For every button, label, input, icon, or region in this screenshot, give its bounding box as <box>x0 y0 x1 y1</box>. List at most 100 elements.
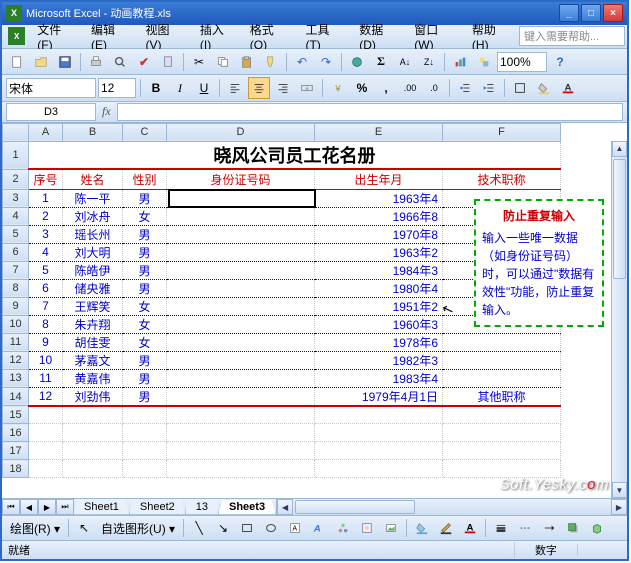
row-header[interactable]: 16 <box>3 424 29 442</box>
undo-button[interactable]: ↶ <box>291 51 313 73</box>
comma-button[interactable]: , <box>375 77 397 99</box>
data-cell[interactable]: 4 <box>29 243 63 261</box>
data-cell[interactable] <box>167 189 315 207</box>
align-center-button[interactable] <box>248 77 270 99</box>
data-cell[interactable]: 1963年4 <box>315 189 443 207</box>
data-cell[interactable]: 1983年4 <box>315 369 443 387</box>
picture-button[interactable] <box>380 517 402 539</box>
line-button[interactable]: ╲ <box>188 517 210 539</box>
empty-cell[interactable] <box>123 406 167 424</box>
data-cell[interactable] <box>167 387 315 406</box>
zoom-select[interactable] <box>497 52 547 72</box>
close-button[interactable]: × <box>603 4 623 22</box>
empty-cell[interactable] <box>167 424 315 442</box>
3d-button[interactable] <box>586 517 608 539</box>
empty-cell[interactable] <box>29 406 63 424</box>
data-cell[interactable]: 瑶长州 <box>63 225 123 243</box>
data-cell[interactable] <box>167 207 315 225</box>
data-cell[interactable]: 1966年8 <box>315 207 443 225</box>
data-cell[interactable] <box>167 351 315 369</box>
sheet-nav-prev[interactable]: ◀ <box>20 499 38 515</box>
data-cell[interactable]: 1951年2 <box>315 297 443 315</box>
fill-color-draw-button[interactable] <box>411 517 433 539</box>
row-header[interactable]: 3 <box>3 189 29 207</box>
sort-asc-button[interactable]: A↓ <box>394 51 416 73</box>
sheet-tab-13[interactable]: 13 <box>185 500 219 515</box>
merge-center-button[interactable]: a <box>296 77 318 99</box>
redo-button[interactable]: ↷ <box>315 51 337 73</box>
header-cell[interactable]: 姓名 <box>63 169 123 189</box>
data-cell[interactable]: 1980年4 <box>315 279 443 297</box>
data-cell[interactable]: 6 <box>29 279 63 297</box>
wordart-button[interactable]: A <box>308 517 330 539</box>
line-style-button[interactable] <box>490 517 512 539</box>
col-header-D[interactable]: D <box>167 123 315 141</box>
decrease-decimal-button[interactable]: .0 <box>423 77 445 99</box>
autosum-button[interactable]: Σ <box>370 51 392 73</box>
row-header[interactable]: 17 <box>3 442 29 460</box>
research-button[interactable] <box>157 51 179 73</box>
empty-cell[interactable] <box>123 424 167 442</box>
sheet-title[interactable]: 晓风公司员工花名册 <box>29 141 561 169</box>
col-header-B[interactable]: B <box>63 123 123 141</box>
font-color-button[interactable]: A <box>557 77 579 99</box>
data-cell[interactable] <box>443 369 561 387</box>
empty-cell[interactable] <box>63 460 123 478</box>
fx-label[interactable]: fx <box>102 104 111 119</box>
data-cell[interactable]: 2 <box>29 207 63 225</box>
col-header-E[interactable]: E <box>315 123 443 141</box>
data-cell[interactable]: 朱卉翔 <box>63 315 123 333</box>
row-header[interactable]: 10 <box>3 315 29 333</box>
help-search-box[interactable]: 键入需要帮助... <box>519 26 625 46</box>
formula-input[interactable] <box>117 103 623 121</box>
data-cell[interactable]: 女 <box>123 333 167 351</box>
empty-cell[interactable] <box>167 460 315 478</box>
data-cell[interactable] <box>167 243 315 261</box>
data-cell[interactable]: 男 <box>123 243 167 261</box>
copy-button[interactable] <box>212 51 234 73</box>
save-button[interactable] <box>54 51 76 73</box>
data-cell[interactable] <box>167 297 315 315</box>
minimize-button[interactable]: _ <box>559 4 579 22</box>
col-header-C[interactable]: C <box>123 123 167 141</box>
data-cell[interactable]: 1979年4月1日 <box>315 387 443 406</box>
fill-color-button[interactable] <box>533 77 555 99</box>
data-cell[interactable]: 王辉笑 <box>63 297 123 315</box>
arrow-style-button[interactable] <box>538 517 560 539</box>
data-cell[interactable] <box>167 369 315 387</box>
row-header[interactable]: 7 <box>3 261 29 279</box>
drawing-toolbar-button[interactable] <box>473 51 495 73</box>
empty-cell[interactable] <box>167 406 315 424</box>
clipart-button[interactable] <box>356 517 378 539</box>
data-cell[interactable]: 8 <box>29 315 63 333</box>
sort-desc-button[interactable]: Z↓ <box>418 51 440 73</box>
header-cell[interactable]: 身份证号码 <box>167 169 315 189</box>
underline-button[interactable]: U <box>193 77 215 99</box>
header-cell[interactable]: 性别 <box>123 169 167 189</box>
spreadsheet-grid[interactable]: A B C D E F 1 晓风公司员工花名册 2 序号 姓名 性别 身份证号码… <box>2 123 627 498</box>
diagram-button[interactable] <box>332 517 354 539</box>
data-cell[interactable]: 12 <box>29 387 63 406</box>
percent-button[interactable]: % <box>351 77 373 99</box>
data-cell[interactable]: 陈皓伊 <box>63 261 123 279</box>
row-header[interactable]: 15 <box>3 406 29 424</box>
hscroll-thumb[interactable] <box>295 500 415 514</box>
empty-cell[interactable] <box>167 442 315 460</box>
borders-button[interactable] <box>509 77 531 99</box>
data-cell[interactable]: 女 <box>123 315 167 333</box>
data-cell[interactable] <box>443 351 561 369</box>
data-cell[interactable]: 刘劲伟 <box>63 387 123 406</box>
data-cell[interactable] <box>167 225 315 243</box>
data-cell[interactable]: 刘冰舟 <box>63 207 123 225</box>
col-header-F[interactable]: F <box>443 123 561 141</box>
data-cell[interactable]: 11 <box>29 369 63 387</box>
row-header[interactable]: 13 <box>3 369 29 387</box>
increase-indent-button[interactable] <box>478 77 500 99</box>
empty-cell[interactable] <box>63 442 123 460</box>
new-button[interactable] <box>6 51 28 73</box>
help-button[interactable]: ? <box>549 51 571 73</box>
data-cell[interactable]: 3 <box>29 225 63 243</box>
data-cell[interactable] <box>167 315 315 333</box>
data-cell[interactable]: 刘大明 <box>63 243 123 261</box>
data-cell[interactable]: 胡佳雯 <box>63 333 123 351</box>
